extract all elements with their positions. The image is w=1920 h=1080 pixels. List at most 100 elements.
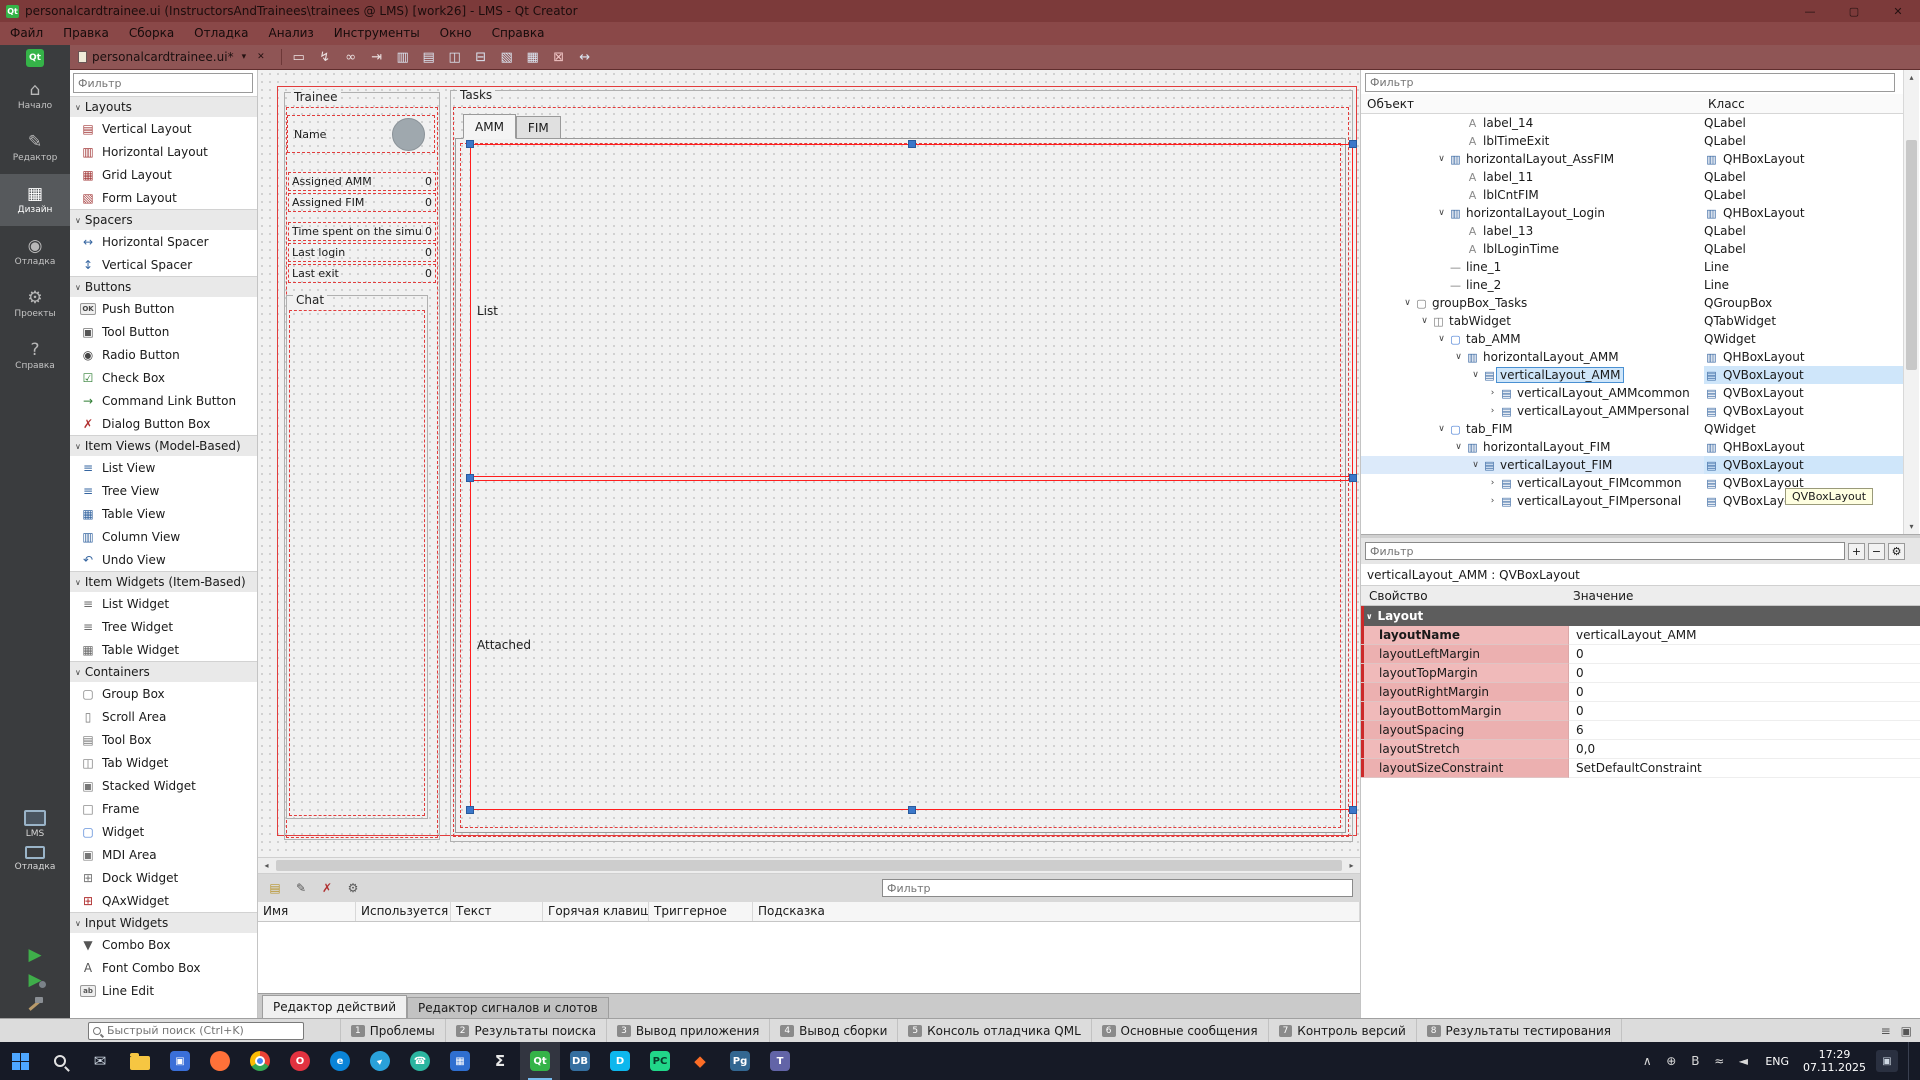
property-row-layoutbottommargin[interactable]: layoutBottomMargin0 [1361, 702, 1920, 721]
widgetbox-category-6[interactable]: ∨Input Widgets [70, 912, 257, 933]
resize-handle[interactable] [908, 140, 916, 148]
widgetbox-item-list-view[interactable]: ≡List View [70, 456, 257, 479]
chevron-down-icon[interactable]: ∨ [1452, 442, 1465, 452]
tray-network-icon[interactable]: ≈ [1711, 1054, 1727, 1068]
property-value[interactable]: verticalLayout_AMM [1569, 626, 1920, 645]
locator-box[interactable] [88, 1022, 304, 1040]
tab-signal-slot-editor[interactable]: Редактор сигналов и слотов [407, 997, 609, 1018]
scroll-down-icon[interactable]: ▾ [1904, 519, 1919, 534]
mode-item-edit[interactable]: ✎Редактор [0, 122, 70, 174]
property-row-layouttopmargin[interactable]: layoutTopMargin0 [1361, 664, 1920, 683]
resize-handle[interactable] [466, 806, 474, 814]
taskbar-gitlab-icon[interactable]: ◆ [680, 1042, 720, 1080]
object-row-horizontallayout_login[interactable]: ∨▥horizontalLayout_Login▥QHBoxLayout [1361, 204, 1903, 222]
property-value[interactable]: 0 [1569, 645, 1920, 664]
close-button[interactable]: ✕ [1876, 0, 1920, 22]
menu-item-2[interactable]: Сборка [119, 22, 184, 45]
output-pane-6[interactable]: 6Основные сообщения [1092, 1019, 1269, 1042]
object-row-horizontallayout_amm[interactable]: ∨▥horizontalLayout_AMM▥QHBoxLayout [1361, 348, 1903, 366]
menu-item-5[interactable]: Инструменты [324, 22, 430, 45]
chevron-down-icon[interactable]: ∨ [1435, 334, 1448, 344]
object-row-label_13[interactable]: Alabel_13QLabel [1361, 222, 1903, 240]
mode-item-help[interactable]: ?Справка [0, 330, 70, 382]
widgetbox-item-line-edit[interactable]: abLine Edit [70, 979, 257, 1002]
taskbar-mail-icon[interactable]: ✉ [80, 1042, 120, 1080]
menu-item-6[interactable]: Окно [430, 22, 482, 45]
attached-label[interactable]: Attached [477, 638, 531, 652]
property-row-layoutname[interactable]: layoutNameverticalLayout_AMM [1361, 626, 1920, 645]
mode-item-debug[interactable]: ◉Отладка [0, 226, 70, 278]
chevron-down-icon[interactable]: ∨ [1452, 352, 1465, 362]
mode-item-design[interactable]: ▦Дизайн [0, 174, 70, 226]
object-row-line_1[interactable]: —line_1Line [1361, 258, 1903, 276]
widgetbox-item-form-layout[interactable]: ▧Form Layout [70, 186, 257, 209]
taskbar-start-icon[interactable] [0, 1042, 40, 1080]
output-pane-7[interactable]: 7Контроль версий [1269, 1019, 1417, 1042]
property-value[interactable]: 0 [1569, 683, 1920, 702]
tab-amm[interactable]: AMM [463, 114, 516, 139]
maximize-output-icon[interactable]: ▣ [1901, 1024, 1912, 1038]
widgetbox-item-vertical-spacer[interactable]: ↕Vertical Spacer [70, 253, 257, 276]
output-pane-5[interactable]: 5Консоль отладчика QML [898, 1019, 1091, 1042]
object-row-verticallayout_ammpersonal[interactable]: ›▤verticalLayout_AMMpersonal▤QVBoxLayout [1361, 402, 1903, 420]
object-row-groupbox_tasks[interactable]: ∨▢groupBox_TasksQGroupBox [1361, 294, 1903, 312]
chevron-down-icon[interactable]: ∨ [1435, 208, 1448, 218]
scrollbar-thumb[interactable] [1906, 140, 1917, 370]
widgetbox-item-mdi-area[interactable]: ▣MDI Area [70, 843, 257, 866]
remove-dynamic-property-button[interactable]: − [1868, 543, 1885, 560]
property-section-layout[interactable]: ∨ Layout [1361, 606, 1920, 626]
widgetbox-category-1[interactable]: ∨Spacers [70, 209, 257, 230]
chevron-down-icon[interactable]: ∨ [1469, 370, 1482, 380]
form-field-3[interactable]: Last login0 [288, 243, 436, 262]
mode-item-home[interactable]: ⌂Начало [0, 70, 70, 122]
menu-item-0[interactable]: Файл [0, 22, 53, 45]
object-row-line_2[interactable]: —line_2Line [1361, 276, 1903, 294]
form-field-1[interactable]: Assigned FIM0 [288, 193, 436, 212]
widgetbox-item-stacked-widget[interactable]: ▣Stacked Widget [70, 774, 257, 797]
resize-handle[interactable] [466, 474, 474, 482]
chevron-down-icon[interactable]: ∨ [1435, 154, 1448, 164]
tray-volume-icon[interactable]: ◄ [1735, 1054, 1751, 1068]
object-row-verticallayout_fim[interactable]: ∨▤verticalLayout_FIM▤QVBoxLayout [1361, 456, 1903, 474]
resize-handle[interactable] [466, 140, 474, 148]
amm-common-layout[interactable]: List [470, 144, 1353, 477]
action-column-2[interactable]: Текст [451, 902, 543, 921]
property-row-layoutleftmargin[interactable]: layoutLeftMargin0 [1361, 645, 1920, 664]
widgetbox-item-frame[interactable]: □Frame [70, 797, 257, 820]
widgetbox-category-5[interactable]: ∨Containers [70, 661, 257, 682]
property-row-layoutspacing[interactable]: layoutSpacing6 [1361, 721, 1920, 740]
selected-vertical-layout[interactable]: List Attached [470, 144, 1353, 810]
tab-fim[interactable]: FIM [516, 116, 561, 139]
object-filter-input[interactable] [1365, 73, 1895, 92]
widgetbox-item-font-combo-box[interactable]: AFont Combo Box [70, 956, 257, 979]
widgetbox-item-column-view[interactable]: ▥Column View [70, 525, 257, 548]
widgetbox-item-check-box[interactable]: ☑Check Box [70, 366, 257, 389]
property-row-layoutstretch[interactable]: layoutStretch0,0 [1361, 740, 1920, 759]
menu-item-3[interactable]: Отладка [184, 22, 258, 45]
tray-expand-icon[interactable]: ∧ [1639, 1054, 1655, 1068]
widgetbox-item-radio-button[interactable]: ◉Radio Button [70, 343, 257, 366]
widgetbox-item-dialog-button-box[interactable]: ✗Dialog Button Box [70, 412, 257, 435]
avatar-circle[interactable] [392, 118, 425, 151]
title-bar[interactable]: Qt personalcardtrainee.ui (InstructorsAn… [0, 0, 1920, 22]
edit-widgets-icon[interactable]: ▭ [287, 47, 311, 68]
widgetbox-item-dock-widget[interactable]: ⊞Dock Widget [70, 866, 257, 889]
taskbar-firefox-icon[interactable] [200, 1042, 240, 1080]
taskbar-phone-link-icon[interactable]: ☎ [400, 1042, 440, 1080]
action-filter-input[interactable] [882, 879, 1353, 897]
widgetbox-item-scroll-area[interactable]: ▯Scroll Area [70, 705, 257, 728]
chevron-down-icon[interactable]: ∨ [1401, 298, 1414, 308]
edit-signals-icon[interactable]: ↯ [313, 47, 337, 68]
add-dynamic-property-button[interactable]: + [1848, 543, 1865, 560]
action-column-0[interactable]: Имя [258, 902, 356, 921]
language-indicator[interactable]: ENG [1761, 1055, 1793, 1068]
widgetbox-category-0[interactable]: ∨Layouts [70, 96, 257, 117]
widgetbox-item-tab-widget[interactable]: ◫Tab Widget [70, 751, 257, 774]
property-value[interactable]: 0 [1569, 702, 1920, 721]
debug-button[interactable]: ▶ [28, 971, 41, 989]
widgetbox-item-table-view[interactable]: ▦Table View [70, 502, 257, 525]
chevron-down-icon[interactable]: ∨ [1418, 316, 1431, 326]
clock[interactable]: 17:29 07.11.2025 [1803, 1048, 1866, 1074]
object-row-lbllogintime[interactable]: AlblLoginTimeQLabel [1361, 240, 1903, 258]
chevron-down-icon[interactable]: ▾ [239, 52, 250, 62]
